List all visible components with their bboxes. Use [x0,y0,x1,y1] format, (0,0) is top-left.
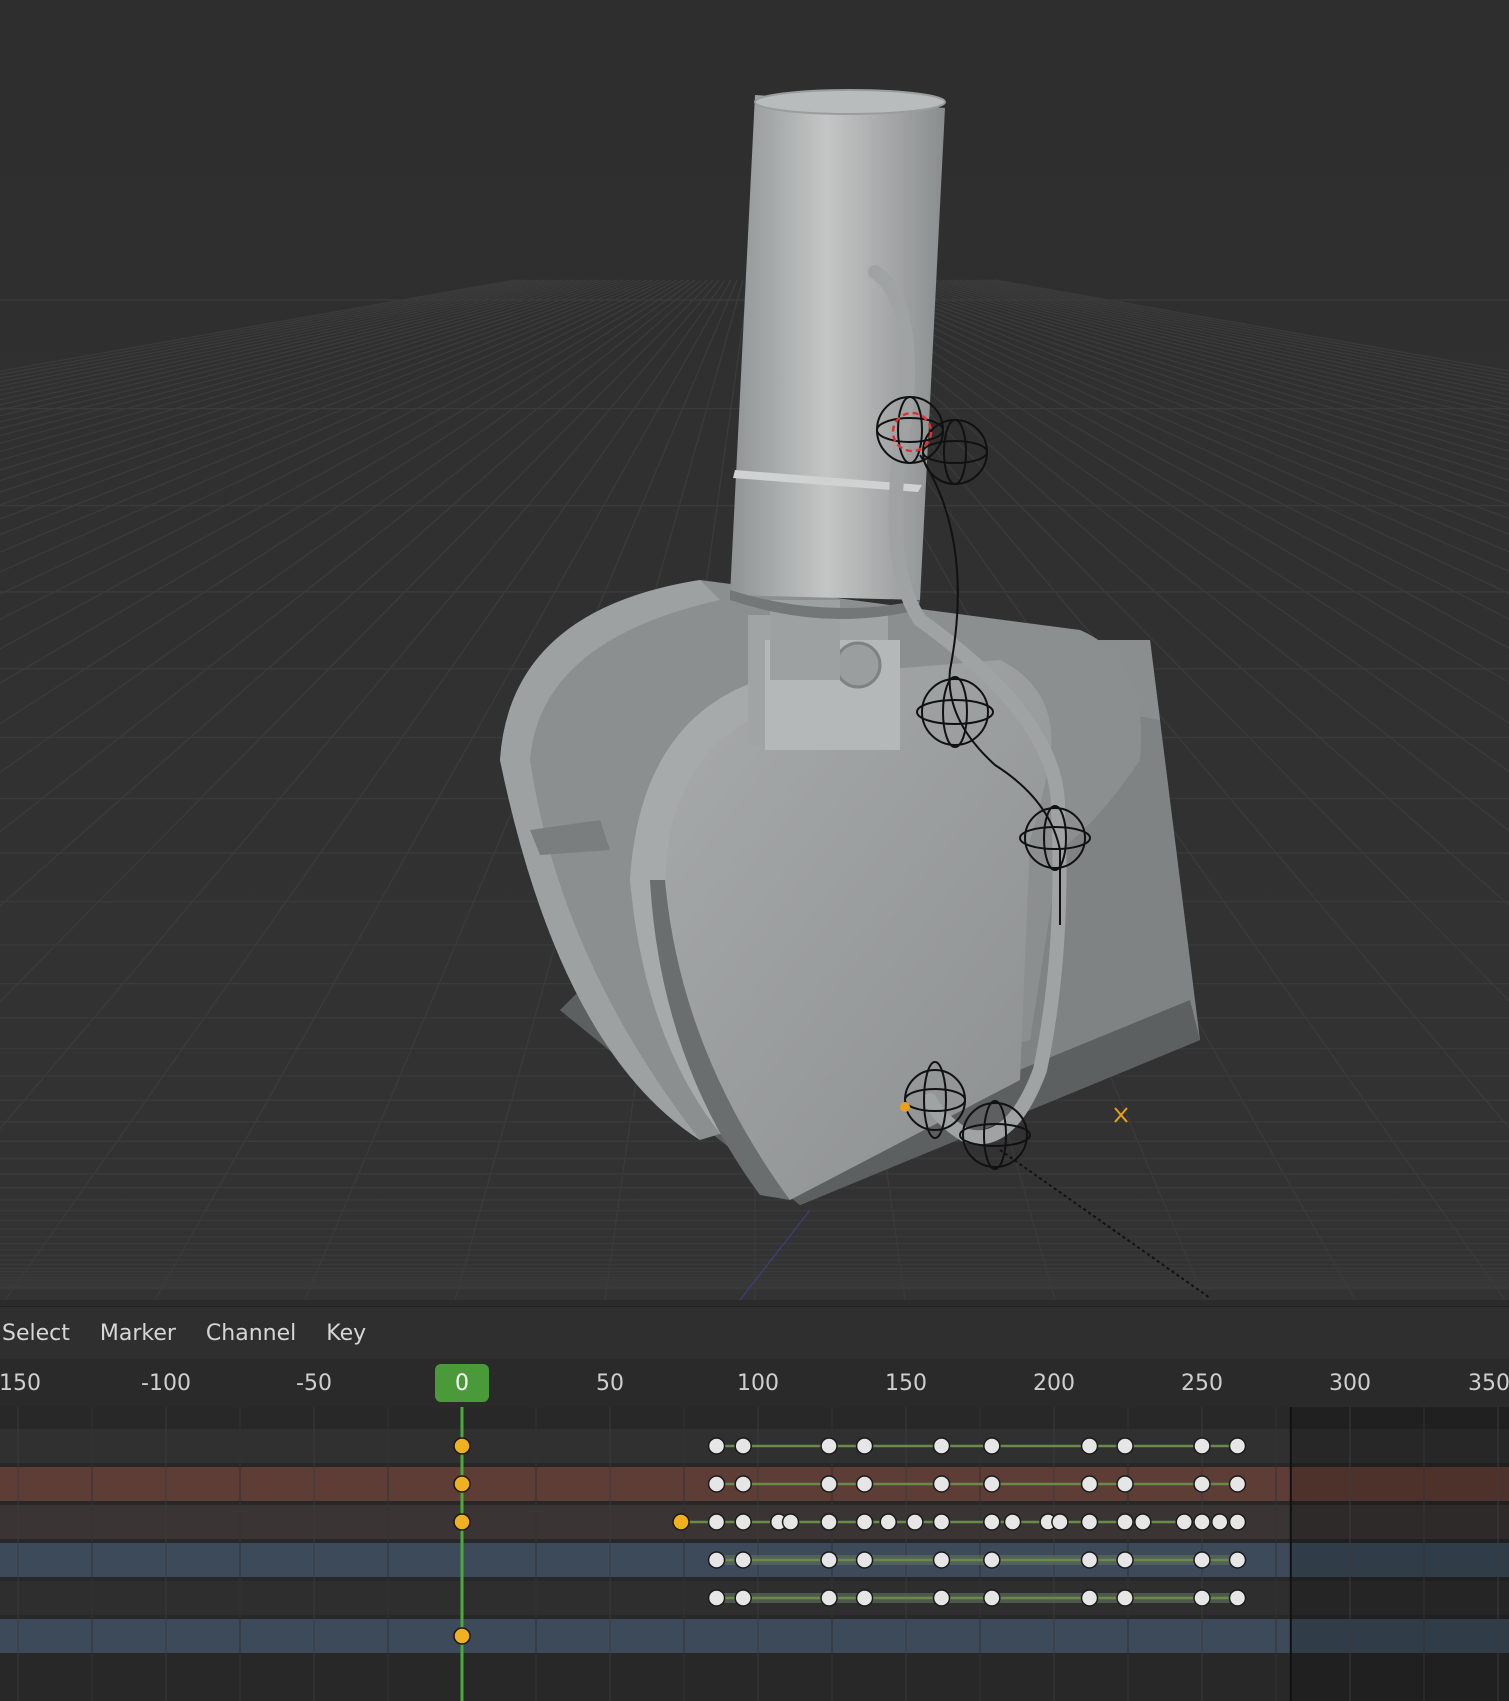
ruler-label: 50 [596,1371,624,1396]
keyframe-object[interactable] [734,1475,752,1493]
keyframe-action[interactable] [1134,1513,1152,1531]
keyframe-summary[interactable] [1193,1437,1211,1455]
keyframe-group[interactable] [855,1551,874,1569]
mesh-bracket[interactable] [748,600,900,750]
keyframe-action[interactable] [1080,1513,1099,1531]
keyframe-group[interactable] [707,1551,726,1569]
keyframe-object[interactable] [1193,1475,1211,1493]
keyframe-group[interactable] [1080,1551,1099,1569]
keyframe-fcurve[interactable] [1080,1589,1099,1607]
channel-row-bone [0,1619,1509,1653]
keyframe-summary[interactable] [1116,1437,1134,1455]
keyframe-summary[interactable] [707,1437,726,1455]
dopesheet-area[interactable] [0,1407,1509,1701]
ruler-label: -50 [296,1371,332,1396]
keyframe-fcurve[interactable] [855,1589,874,1607]
dopesheet-canvas [0,1407,1509,1701]
origin-dot [900,1102,910,1112]
3d-viewport[interactable] [0,0,1509,1300]
keyframe-object[interactable] [932,1475,951,1493]
keyframe-object[interactable] [855,1475,874,1493]
current-frame-badge[interactable]: 0 [435,1364,489,1402]
keyframe-group[interactable] [932,1551,951,1569]
keyframe-action[interactable] [1211,1513,1229,1531]
keyframe-fcurve[interactable] [820,1589,838,1607]
ruler-label: 200 [1033,1371,1075,1396]
keyframe-object[interactable] [1080,1475,1099,1493]
keyframe-summary[interactable] [983,1437,1001,1455]
menu-select[interactable]: Select [0,1321,85,1346]
keyframe-group[interactable] [1228,1551,1247,1569]
viewport-scene [0,0,1509,1300]
keyframe-summary[interactable] [820,1437,838,1455]
ruler-label: 250 [1181,1371,1223,1396]
menu-channel[interactable]: Channel [191,1321,311,1346]
frame-range-overlay [1290,1407,1509,1701]
keyframe-action[interactable] [1193,1513,1211,1531]
keyframe-action[interactable] [1003,1513,1022,1531]
ruler-label: 150 [0,1371,41,1396]
keyframe-object[interactable] [983,1475,1001,1493]
keyframe-fcurve[interactable] [1116,1589,1134,1607]
keyframe-fcurve[interactable] [707,1589,726,1607]
keyframe-action[interactable] [707,1513,726,1531]
keyframe-current[interactable] [453,1627,471,1645]
frame-ruler[interactable]: 150 -100 -50 50 100 150 200 250 300 350 [0,1359,1509,1407]
keyframe-action[interactable] [879,1513,897,1531]
keyframe-current[interactable] [453,1437,471,1455]
keyframe-summary[interactable] [734,1437,752,1455]
keyframe-current[interactable] [453,1475,471,1493]
keyframe-group[interactable] [1193,1551,1211,1569]
keyframe-object[interactable] [1116,1475,1134,1493]
keyframe-action[interactable] [906,1513,924,1531]
keyframe-fcurve[interactable] [983,1589,1001,1607]
ruler-label: 100 [737,1371,779,1396]
keyframe-group[interactable] [734,1551,752,1569]
keyframe-fcurve[interactable] [1193,1589,1211,1607]
ruler-label: 300 [1329,1371,1371,1396]
menu-key[interactable]: Key [311,1321,381,1346]
keyframe-object[interactable] [1228,1475,1247,1493]
keyframe-action[interactable] [983,1513,1001,1531]
ruler-label: -100 [141,1371,191,1396]
keyframe-group[interactable] [1116,1551,1134,1569]
menu-marker[interactable]: Marker [85,1321,191,1346]
dopesheet-menubar: Select Marker Channel Key [0,1306,1509,1360]
keyframe-fcurve[interactable] [932,1589,951,1607]
keyframe-action[interactable] [672,1513,690,1531]
keyframe-object[interactable] [820,1475,838,1493]
keyframe-action[interactable] [855,1513,874,1531]
keyframe-group[interactable] [820,1551,838,1569]
keyframe-summary[interactable] [1080,1437,1099,1455]
keyframe-summary[interactable] [1228,1437,1247,1455]
keyframe-summary[interactable] [932,1437,951,1455]
keyframe-group[interactable] [983,1551,1001,1569]
keyframe-object[interactable] [707,1475,726,1493]
keyframe-action[interactable] [820,1513,838,1531]
keyframe-action[interactable] [1175,1513,1193,1531]
keyframe-fcurve[interactable] [1228,1589,1247,1607]
keyframe-action[interactable] [781,1513,800,1531]
keyframe-action[interactable] [1051,1513,1069,1531]
keyframe-action[interactable] [1228,1513,1247,1531]
keyframe-action[interactable] [734,1513,752,1531]
ruler-label: 350 [1468,1371,1509,1396]
keyframe-summary[interactable] [855,1437,874,1455]
keyframe-current[interactable] [453,1513,471,1531]
keyframe-action[interactable] [1116,1513,1134,1531]
keyframe-fcurve[interactable] [734,1589,752,1607]
keyframe-action[interactable] [932,1513,951,1531]
ruler-label: 150 [885,1371,927,1396]
